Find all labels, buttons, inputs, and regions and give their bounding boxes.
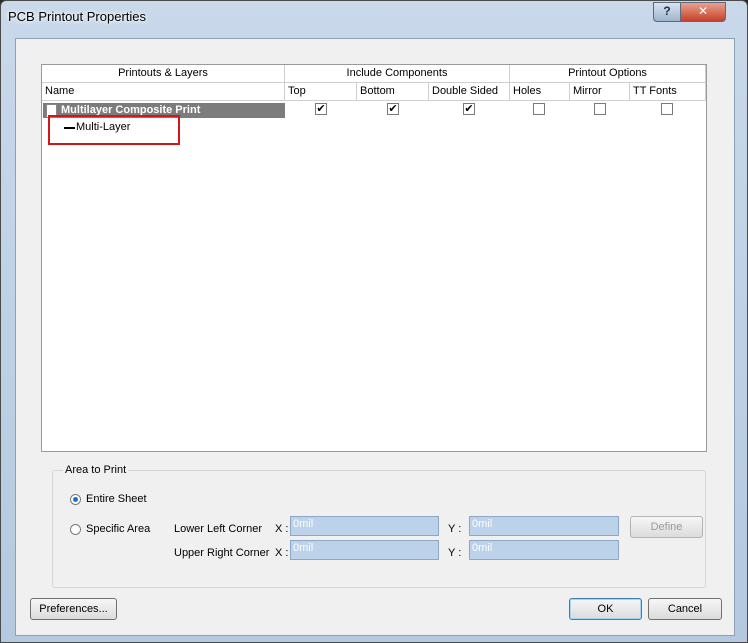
specific-area-label[interactable]: Specific Area xyxy=(86,522,150,536)
col-mirror[interactable]: Mirror xyxy=(570,83,630,101)
area-to-print-legend: Area to Print xyxy=(63,464,129,476)
bottom-checkbox[interactable]: ✔ xyxy=(387,103,399,115)
ur-y-field[interactable]: 0mil xyxy=(469,540,619,560)
header-printout-options: Printout Options xyxy=(510,65,706,83)
col-double-sided[interactable]: Double Sided xyxy=(429,83,510,101)
col-bottom[interactable]: Bottom xyxy=(357,83,429,101)
ok-button[interactable]: OK xyxy=(569,598,642,620)
ll-y-field[interactable]: 0mil xyxy=(469,516,619,536)
col-top[interactable]: Top xyxy=(285,83,357,101)
ll-y-label: Y : xyxy=(448,523,462,535)
ur-x-field[interactable]: 0mil xyxy=(290,540,439,560)
ll-x-field[interactable]: 0mil xyxy=(290,516,439,536)
upper-right-label: Upper Right Corner xyxy=(174,547,270,559)
col-tt-fonts[interactable]: TT Fonts xyxy=(630,83,706,101)
header-include-components: Include Components xyxy=(285,65,510,83)
ur-x-label: X : xyxy=(275,547,289,559)
help-button[interactable]: ? xyxy=(653,2,681,22)
ll-x-label: X : xyxy=(275,523,289,535)
entire-sheet-radio[interactable] xyxy=(70,494,81,505)
specific-area-radio[interactable] xyxy=(70,524,81,535)
double-sided-checkbox[interactable]: ✔ xyxy=(463,103,475,115)
dialog-client: Printouts & Layers Include Components Pr… xyxy=(15,38,735,636)
col-name[interactable]: Name xyxy=(42,83,285,101)
header-printouts-layers: Printouts & Layers xyxy=(42,65,285,83)
define-button[interactable]: Define xyxy=(630,516,703,538)
cancel-button[interactable]: Cancel xyxy=(648,598,722,620)
mirror-checkbox[interactable] xyxy=(594,103,606,115)
holes-checkbox[interactable] xyxy=(533,103,545,115)
ur-y-label: Y : xyxy=(448,547,462,559)
lower-left-label: Lower Left Corner xyxy=(174,523,263,535)
window-title: PCB Printout Properties xyxy=(8,9,147,24)
area-to-print-group: Area to Print Entire Sheet Specific Area… xyxy=(52,464,706,588)
dialog-window: PCB Printout Properties ? ✕ Printouts & … xyxy=(0,0,748,643)
close-button[interactable]: ✕ xyxy=(680,2,726,22)
entire-sheet-label[interactable]: Entire Sheet xyxy=(86,492,147,506)
preferences-button[interactable]: Preferences... xyxy=(30,598,117,620)
top-checkbox[interactable]: ✔ xyxy=(315,103,327,115)
col-holes[interactable]: Holes xyxy=(510,83,570,101)
printout-grid[interactable]: Printouts & Layers Include Components Pr… xyxy=(41,64,707,452)
highlight-box xyxy=(48,115,180,145)
tt-fonts-checkbox[interactable] xyxy=(661,103,673,115)
